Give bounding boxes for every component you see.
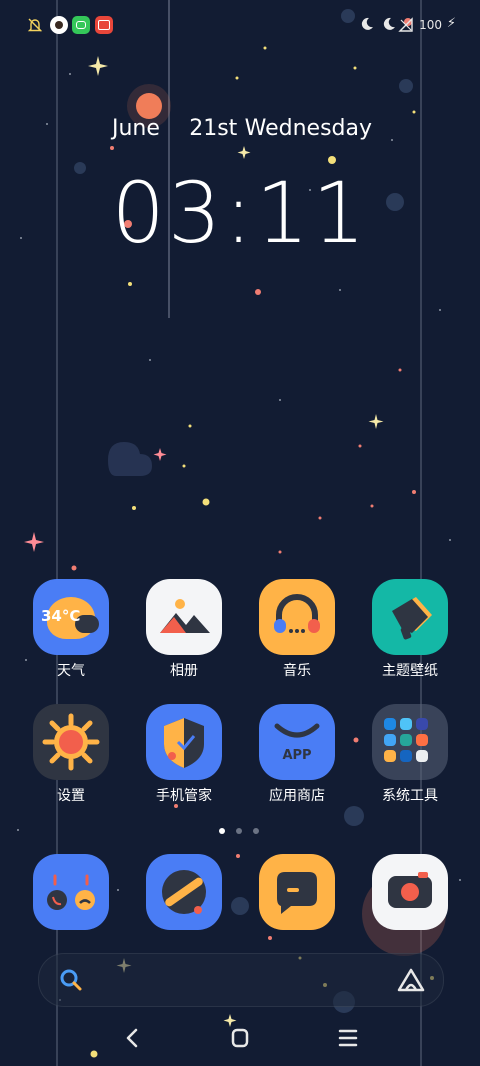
app-phone-manager[interactable]: 手机管家 xyxy=(134,704,234,805)
app-music[interactable]: 音乐 xyxy=(247,579,347,680)
moon-icon xyxy=(383,17,395,30)
menu-icon[interactable] xyxy=(334,1026,364,1050)
app-gallery[interactable]: 相册 xyxy=(134,579,234,680)
phone-icon xyxy=(33,854,109,930)
charging-icon: ⚡ xyxy=(446,16,456,31)
weather-temperature: 34°C xyxy=(41,607,81,625)
navigation-bar xyxy=(0,1020,480,1056)
dock-phone[interactable] xyxy=(21,854,121,930)
page-dot-active[interactable] xyxy=(219,828,225,834)
date-weekday: Wednesday xyxy=(244,116,372,141)
app-theme[interactable]: 主题壁纸 xyxy=(360,579,460,680)
wechat-notification-icon xyxy=(72,16,90,34)
page-dot[interactable] xyxy=(253,828,259,834)
gallery-icon xyxy=(146,579,222,655)
theme-icon xyxy=(372,579,448,655)
app-store-badge: APP xyxy=(282,748,312,763)
app-store[interactable]: APP 应用商店 xyxy=(247,704,347,805)
battery-level: 100 xyxy=(419,18,442,32)
search-bar[interactable] xyxy=(38,953,444,1007)
app-store-icon: APP xyxy=(259,704,335,780)
app-label: 设置 xyxy=(57,788,85,804)
dock-messages[interactable] xyxy=(247,854,347,930)
dock-browser[interactable] xyxy=(134,854,234,930)
camera-icon xyxy=(372,854,448,930)
status-bar: 100 ⚡ xyxy=(0,12,480,38)
app-label: 系统工具 xyxy=(382,788,438,804)
page-indicator xyxy=(219,828,263,836)
date-day: 21st xyxy=(189,116,238,141)
mute-notification-icon xyxy=(27,18,43,32)
phone-manager-icon xyxy=(146,704,222,780)
browser-icon xyxy=(146,854,222,930)
clock[interactable]: 03:11 xyxy=(0,164,480,262)
app-label: 主题壁纸 xyxy=(382,663,438,679)
folder-system-tools[interactable]: 系统工具 xyxy=(360,704,460,805)
folder-icon xyxy=(372,704,448,780)
store-notification-icon xyxy=(95,16,113,34)
date-month: June xyxy=(112,116,160,141)
message-icon xyxy=(259,854,335,930)
signal-icon xyxy=(398,17,413,32)
settings-icon xyxy=(33,704,109,780)
weather-icon: 34°C xyxy=(33,579,109,655)
date-display: June 21st Wednesday xyxy=(112,116,372,141)
app-label: 天气 xyxy=(57,663,85,679)
back-icon[interactable] xyxy=(118,1026,148,1050)
app-label: 相册 xyxy=(170,663,198,679)
do-not-disturb-icon xyxy=(361,17,373,30)
app-label: 应用商店 xyxy=(269,788,325,804)
page-dot[interactable] xyxy=(236,828,242,834)
search-icon xyxy=(60,969,82,991)
app-notification-icon xyxy=(50,16,68,34)
music-icon xyxy=(259,579,335,655)
home-icon[interactable] xyxy=(225,1026,255,1050)
app-settings[interactable]: 设置 xyxy=(21,704,121,805)
dock-camera[interactable] xyxy=(360,854,460,930)
app-weather[interactable]: 34°C 天气 xyxy=(21,579,121,680)
app-label: 音乐 xyxy=(283,663,311,679)
assistant-icon[interactable] xyxy=(397,967,425,993)
app-label: 手机管家 xyxy=(156,788,212,804)
